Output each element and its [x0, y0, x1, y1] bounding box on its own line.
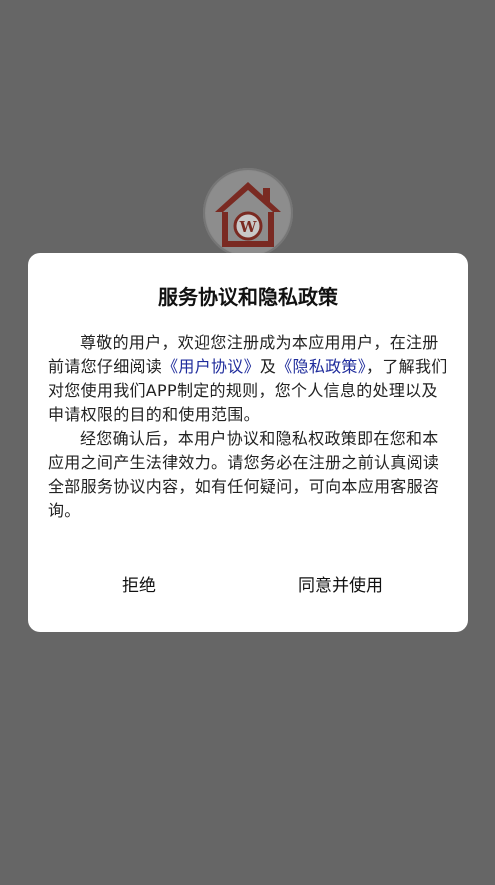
privacy-policy-link[interactable]: 《隐私政策》: [276, 357, 366, 376]
dialog-title: 服务协议和隐私政策: [158, 285, 338, 309]
agreement-paragraph-2: 经您确认后，本用户协议和隐私权政策即在您和本应用之间产生法律效力。请您务必在注册…: [48, 429, 440, 520]
agree-and-use-button[interactable]: 同意并使用: [290, 568, 391, 604]
paragraph-1-conjunction: 及: [259, 357, 277, 376]
logo-letter: W: [239, 218, 258, 236]
dialog-actions: 拒绝 同意并使用: [28, 568, 468, 604]
reject-button[interactable]: 拒绝: [114, 568, 164, 604]
app-logo: W: [203, 168, 293, 258]
agreement-paragraph-1: 尊敬的用户，欢迎您注册成为本应用用户，在注册前请您仔细阅读《用户协议》及《隐私政…: [48, 331, 448, 427]
house-logo-icon: W: [206, 171, 290, 255]
agreement-dialog: 服务协议和隐私政策 尊敬的用户，欢迎您注册成为本应用用户，在注册前请您仔细阅读《…: [28, 253, 468, 632]
dialog-body: 尊敬的用户，欢迎您注册成为本应用用户，在注册前请您仔细阅读《用户协议》及《隐私政…: [48, 331, 448, 523]
user-agreement-link[interactable]: 《用户协议》: [162, 357, 260, 376]
